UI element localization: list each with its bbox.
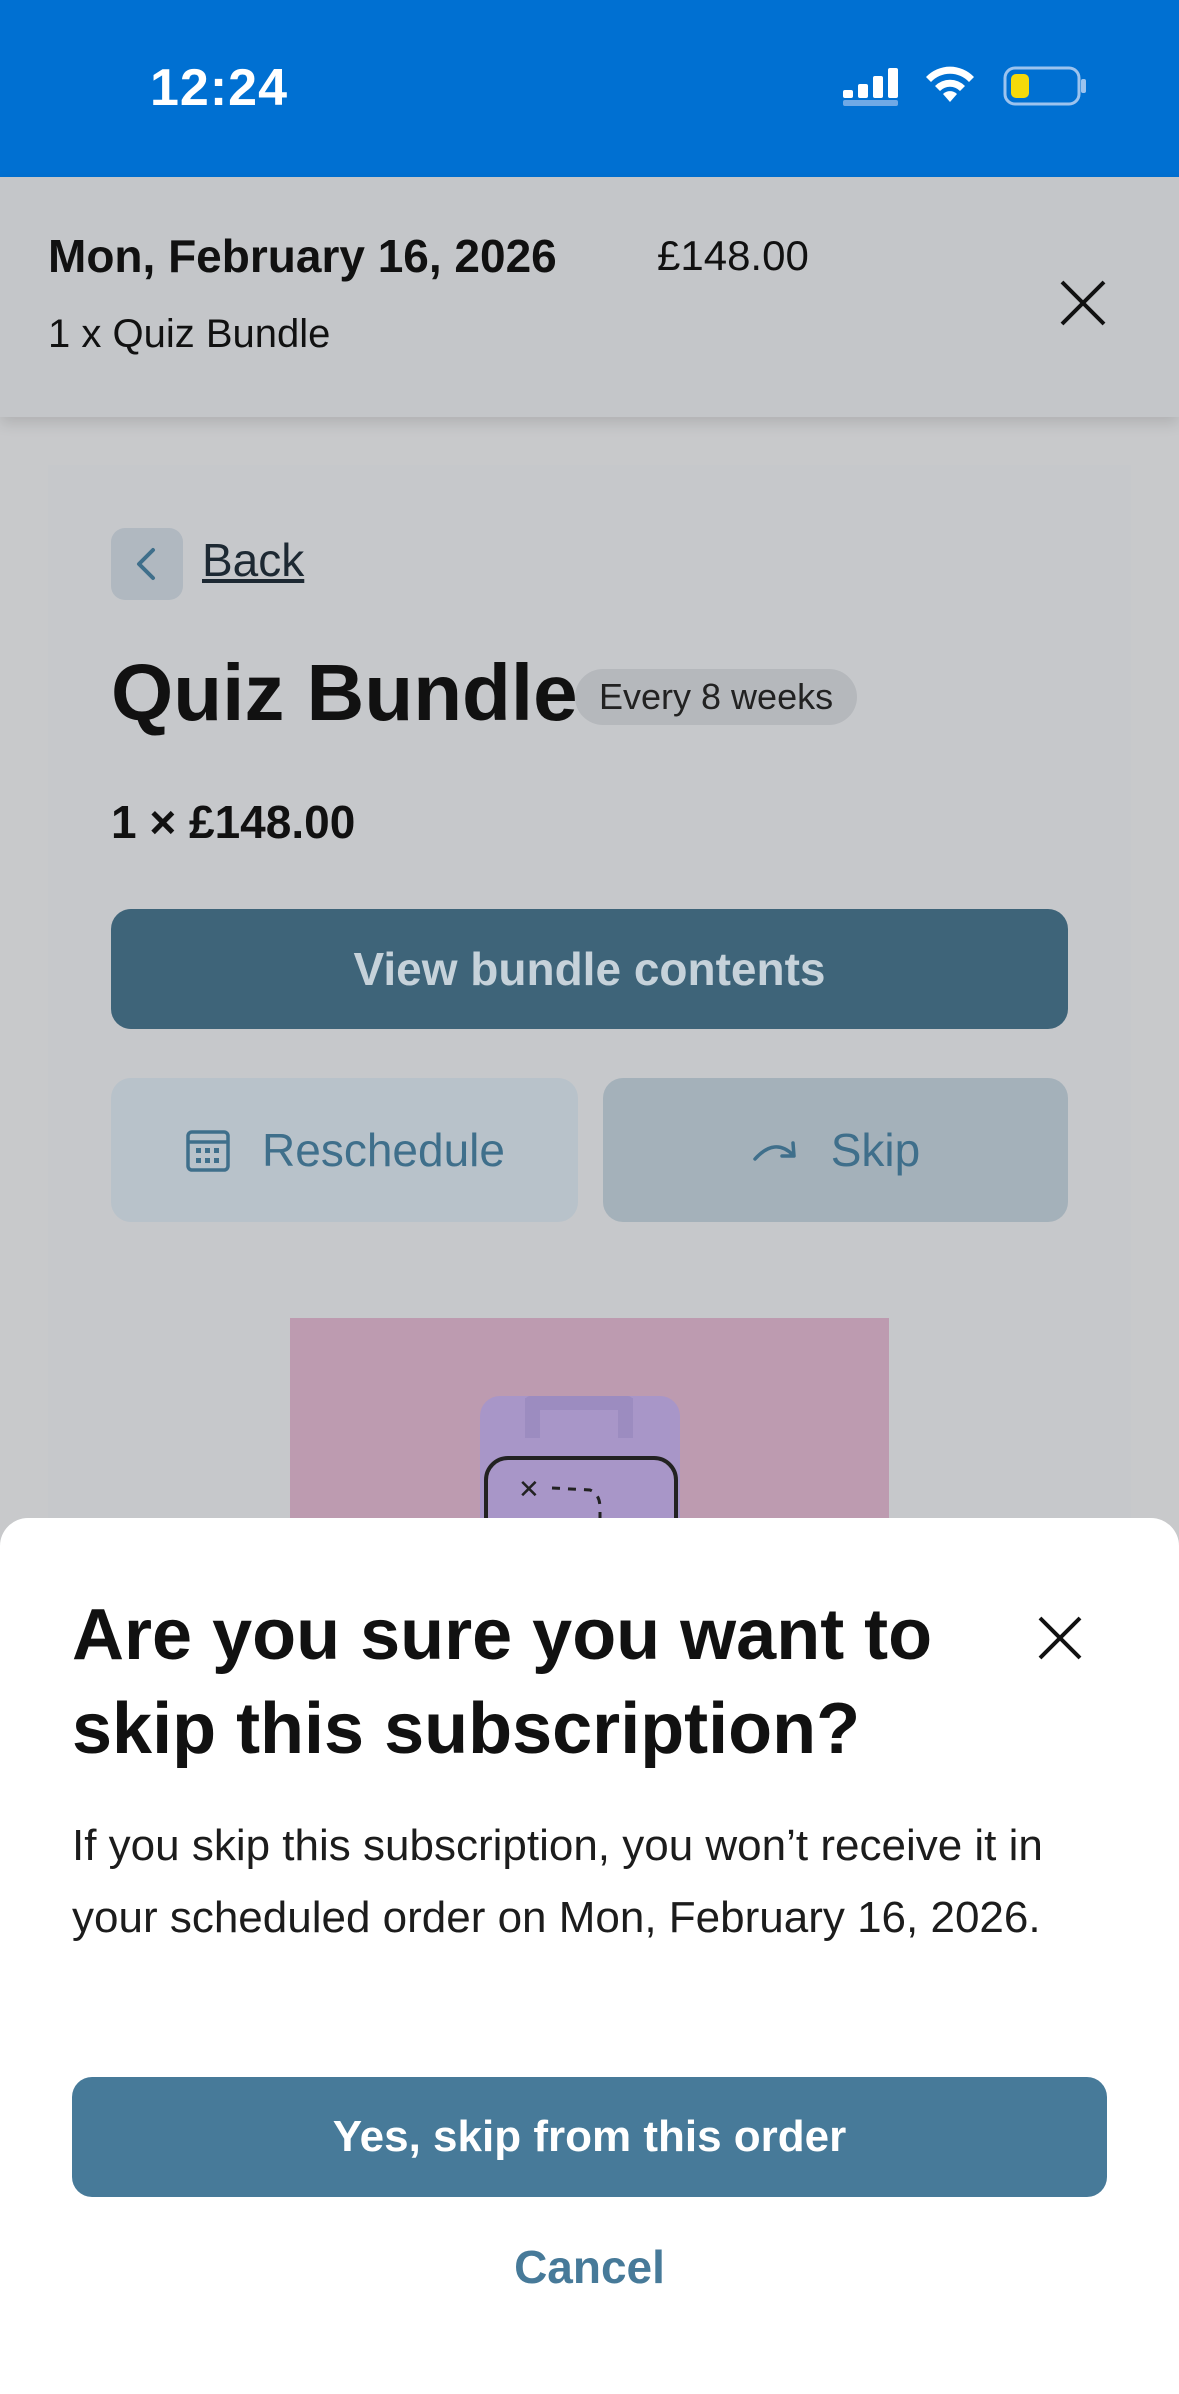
confirm-skip-button[interactable]: Yes, skip from this order	[72, 2077, 1107, 2197]
signal-icon	[843, 68, 898, 106]
product-title: Quiz Bundle	[111, 648, 578, 737]
svg-text:✕: ✕	[518, 1475, 540, 1505]
skip-confirmation-sheet: Are you sure you want to skip this subsc…	[0, 1518, 1179, 2394]
status-bar: 12:24	[0, 0, 1179, 177]
order-date: Mon, February 16, 2026	[48, 230, 557, 282]
view-bundle-contents-button[interactable]: View bundle contents	[111, 909, 1068, 1029]
chevron-left-icon	[137, 548, 155, 580]
bag-illustration: ✕	[480, 1396, 680, 1538]
back-link[interactable]: Back	[202, 533, 304, 587]
status-time: 12:24	[150, 59, 288, 117]
calendar-icon	[186, 1130, 230, 1172]
reschedule-label: Reschedule	[262, 1124, 505, 1176]
order-summary-header: Mon, February 16, 2026 £148.00 1 x Quiz …	[0, 177, 1179, 417]
close-icon[interactable]	[1052, 272, 1114, 334]
confirm-skip-label: Yes, skip from this order	[332, 2112, 847, 2161]
sheet-title: Are you sure you want to skip this subsc…	[72, 1595, 933, 1769]
quantity-price: 1 × £148.00	[111, 796, 356, 848]
order-items: 1 x Quiz Bundle	[48, 312, 331, 356]
reschedule-button[interactable]: Reschedule	[111, 1078, 578, 1222]
cancel-button[interactable]: Cancel	[0, 2240, 1179, 2294]
skip-label: Skip	[830, 1124, 921, 1176]
order-price: £148.00	[657, 232, 809, 279]
wifi-icon	[926, 66, 974, 102]
back-button[interactable]	[111, 528, 183, 600]
view-bundle-contents-label: View bundle contents	[353, 943, 826, 995]
skip-arrow-icon	[753, 1141, 796, 1161]
skip-button[interactable]: Skip	[603, 1078, 1068, 1222]
close-icon[interactable]	[1032, 1610, 1088, 1666]
battery-icon	[1003, 66, 1086, 106]
frequency-badge: Every 8 weeks	[575, 669, 858, 725]
sheet-message: If you skip this subscription, you won’t…	[72, 1821, 1043, 1942]
product-image: ✕	[290, 1318, 889, 1538]
